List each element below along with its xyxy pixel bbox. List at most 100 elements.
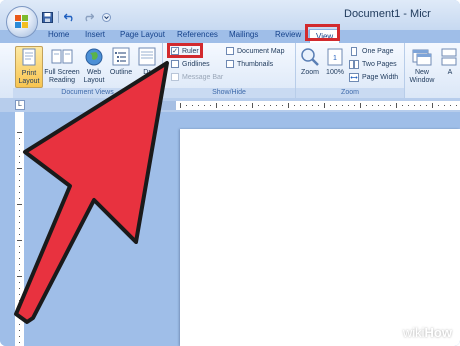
ruler-tick [216, 103, 217, 108]
new-window-button[interactable]: New Window [408, 46, 436, 85]
zoom-100-label: 100% [326, 69, 344, 76]
ruler-tick [414, 105, 415, 106]
thumbnails-checkbox[interactable] [226, 60, 234, 68]
tab-mailings[interactable]: Mailings [229, 30, 258, 39]
web-layout-label-2: Layout [83, 77, 105, 84]
zoom-100-button[interactable]: 1 100% [324, 46, 346, 77]
ruler-tick [19, 156, 20, 157]
office-button[interactable] [6, 6, 38, 38]
arrange-all-button[interactable]: A [441, 46, 459, 77]
ruler-tick [300, 105, 301, 106]
outline-button[interactable]: Outline [108, 46, 134, 77]
vertical-ruler[interactable] [15, 112, 24, 346]
customize-qat-icon[interactable] [99, 10, 113, 24]
office-logo-icon [15, 15, 28, 28]
document-page[interactable] [180, 129, 460, 346]
ruler-tick [354, 105, 355, 106]
ruler-tick [402, 105, 403, 106]
ruler-tick [456, 105, 457, 106]
group-label-zoom: Zoom [296, 88, 404, 98]
ruler-tick [210, 105, 211, 106]
draft-icon [138, 47, 156, 66]
group-label-document-views: Document Views [13, 88, 162, 98]
document-map-label: Document Map [237, 47, 285, 55]
print-layout-button[interactable]: Print Layout [15, 46, 43, 88]
ruler-bar: L [0, 98, 460, 112]
document-area [0, 112, 460, 346]
zoom-button[interactable]: Zoom [298, 46, 322, 77]
ruler-tick [19, 216, 20, 217]
ruler-tick [198, 105, 199, 106]
thumbnails-checkbox-row[interactable]: Thumbnails [226, 60, 273, 68]
ruler-tick [408, 105, 409, 106]
gridlines-label: Gridlines [182, 60, 210, 68]
ruler-tick [288, 103, 289, 108]
watermark-how: How [424, 325, 452, 340]
ruler-tick [426, 105, 427, 106]
arrange-all-icon [441, 48, 457, 66]
magnifier-icon [301, 48, 319, 66]
ruler-tick [19, 336, 20, 337]
tab-page-layout[interactable]: Page Layout [120, 30, 165, 39]
tab-references[interactable]: References [177, 30, 218, 39]
web-layout-button[interactable]: Web Layout [82, 46, 106, 85]
tab-review[interactable]: Review [275, 30, 301, 39]
ruler-tick [420, 105, 421, 106]
window-title: Document1 - Micr [344, 8, 431, 20]
ruler-tick [17, 204, 22, 205]
gridlines-checkbox[interactable] [171, 60, 179, 68]
document-map-checkbox-row[interactable]: Document Map [226, 47, 284, 55]
horizontal-ruler[interactable] [130, 101, 460, 110]
ruler-tick [450, 105, 451, 106]
message-bar-label: Message Bar [182, 73, 224, 81]
watermark-wiki: wiki [402, 325, 425, 340]
tab-insert[interactable]: Insert [85, 30, 105, 39]
redo-icon[interactable] [81, 10, 95, 24]
two-pages-icon [349, 60, 359, 69]
ruler-tick [240, 105, 241, 106]
ruler-tick [19, 186, 20, 187]
ruler-tick [234, 105, 235, 106]
arrange-all-label: A [447, 69, 453, 76]
ruler-tick [19, 192, 20, 193]
title-bar: Document1 - Micr [0, 0, 460, 30]
ruler-tick [19, 150, 20, 151]
two-pages-button[interactable]: Two Pages [349, 60, 397, 69]
ruler-tick [384, 105, 385, 106]
undo-icon[interactable] [63, 10, 77, 24]
document-map-checkbox[interactable] [226, 47, 234, 55]
ruler-tick [17, 276, 22, 277]
draft-button[interactable]: Dr [137, 46, 157, 77]
ruler-tick [19, 270, 20, 271]
new-window-icon [412, 49, 432, 66]
ruler-tick [17, 168, 22, 169]
ruler-tick [438, 105, 439, 106]
one-page-icon [351, 47, 357, 56]
ruler-tick [19, 300, 20, 301]
draft-label: Dr [143, 69, 151, 76]
web-layout-label-1: Web [86, 69, 102, 76]
ribbon-tabs: Home Insert Page Layout References Maili… [0, 29, 460, 43]
full-screen-label-2: Reading [48, 77, 76, 84]
one-page-label: One Page [362, 48, 394, 55]
print-layout-label-1: Print [21, 70, 37, 77]
page-width-button[interactable]: Page Width [349, 73, 398, 82]
ruler-tick [19, 174, 20, 175]
gridlines-checkbox-row[interactable]: Gridlines [171, 60, 210, 68]
ruler-tick [324, 103, 325, 108]
wikihow-watermark: wikiHow [403, 325, 452, 340]
tab-selector[interactable]: L [15, 100, 25, 110]
full-screen-reading-button[interactable]: Full Screen Reading [44, 46, 80, 85]
ruler-tick [258, 105, 259, 106]
zoom-100-icon: 1 [327, 48, 343, 66]
save-icon[interactable] [40, 10, 54, 24]
group-document-views: Print Layout Full Screen Reading Web Lay… [13, 43, 163, 98]
globe-icon [85, 48, 103, 66]
ruler-tick [19, 228, 20, 229]
one-page-button[interactable]: One Page [349, 47, 394, 56]
ruler-tick [17, 132, 22, 133]
tab-home[interactable]: Home [48, 30, 69, 39]
ruler-tick [19, 324, 20, 325]
ruler-tick [312, 105, 313, 106]
ruler-tick [306, 105, 307, 106]
